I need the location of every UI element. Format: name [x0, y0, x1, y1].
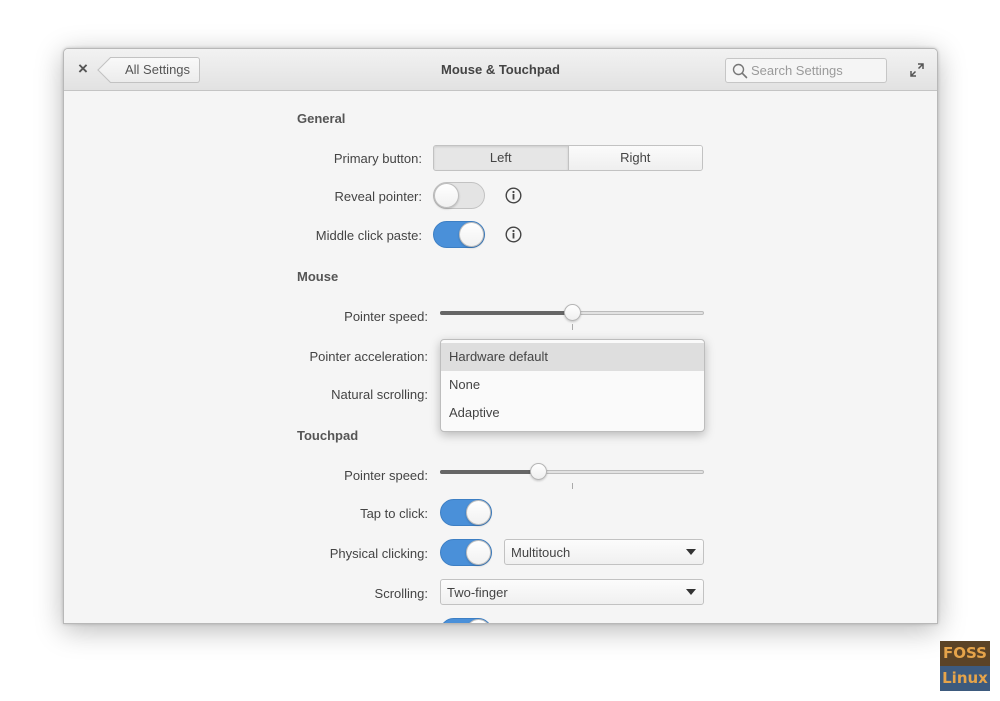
reveal-pointer-toggle[interactable]	[433, 182, 485, 209]
physical-clicking-value: Multitouch	[511, 545, 571, 560]
scrolling-value: Two-finger	[447, 585, 508, 600]
info-icon[interactable]	[505, 226, 522, 243]
scrolling-label: Scrolling:	[374, 586, 428, 601]
menu-item-hardware-default[interactable]: Hardware default	[441, 343, 704, 371]
middle-click-paste-label: Middle click paste:	[315, 228, 422, 243]
settings-window: × All Settings Mouse & Touchpad General …	[63, 48, 938, 624]
scrolling-dropdown[interactable]: Two-finger	[440, 579, 704, 605]
primary-left-option[interactable]: Left	[434, 146, 568, 170]
physical-clicking-dropdown[interactable]: Multitouch	[504, 539, 704, 565]
search-input[interactable]	[751, 61, 881, 80]
info-icon[interactable]	[505, 187, 522, 204]
search-field[interactable]	[725, 58, 887, 83]
fosslinux-watermark: FOSS Linux	[940, 641, 990, 691]
search-icon	[732, 63, 748, 79]
touchpad-pointer-speed-label: Pointer speed:	[344, 468, 428, 483]
primary-button-label: Primary button:	[333, 151, 422, 166]
reveal-pointer-label: Reveal pointer:	[334, 189, 422, 204]
watermark-line1: FOSS	[940, 641, 990, 666]
partial-toggle[interactable]	[440, 618, 492, 623]
natural-scrolling-label: Natural scrolling:	[331, 387, 428, 402]
section-title-mouse: Mouse	[297, 269, 339, 284]
settings-content: General Primary button: Left Right Revea…	[64, 91, 937, 623]
chevron-down-icon	[686, 589, 696, 595]
tap-to-click-toggle[interactable]	[440, 499, 492, 526]
mouse-pointer-speed-label: Pointer speed:	[344, 309, 428, 324]
section-title-touchpad: Touchpad	[297, 428, 359, 443]
primary-right-option[interactable]: Right	[567, 146, 702, 170]
menu-item-none[interactable]: None	[441, 371, 704, 399]
tap-to-click-label: Tap to click:	[360, 506, 428, 521]
chevron-down-icon	[686, 549, 696, 555]
watermark-line2: Linux	[940, 666, 990, 691]
primary-button-selector[interactable]: Left Right	[433, 145, 703, 171]
section-title-general: General	[297, 111, 346, 126]
pointer-acceleration-menu: Hardware default None Adaptive	[440, 339, 705, 432]
maximize-icon[interactable]	[910, 63, 924, 77]
menu-item-adaptive[interactable]: Adaptive	[441, 399, 704, 427]
physical-clicking-label: Physical clicking:	[329, 546, 428, 561]
middle-click-paste-toggle[interactable]	[433, 221, 485, 248]
pointer-acceleration-label: Pointer acceleration:	[309, 349, 428, 364]
mouse-pointer-speed-slider[interactable]	[440, 302, 704, 330]
physical-clicking-toggle[interactable]	[440, 539, 492, 566]
touchpad-pointer-speed-slider[interactable]	[440, 461, 704, 489]
header-bar: × All Settings Mouse & Touchpad	[64, 49, 937, 91]
